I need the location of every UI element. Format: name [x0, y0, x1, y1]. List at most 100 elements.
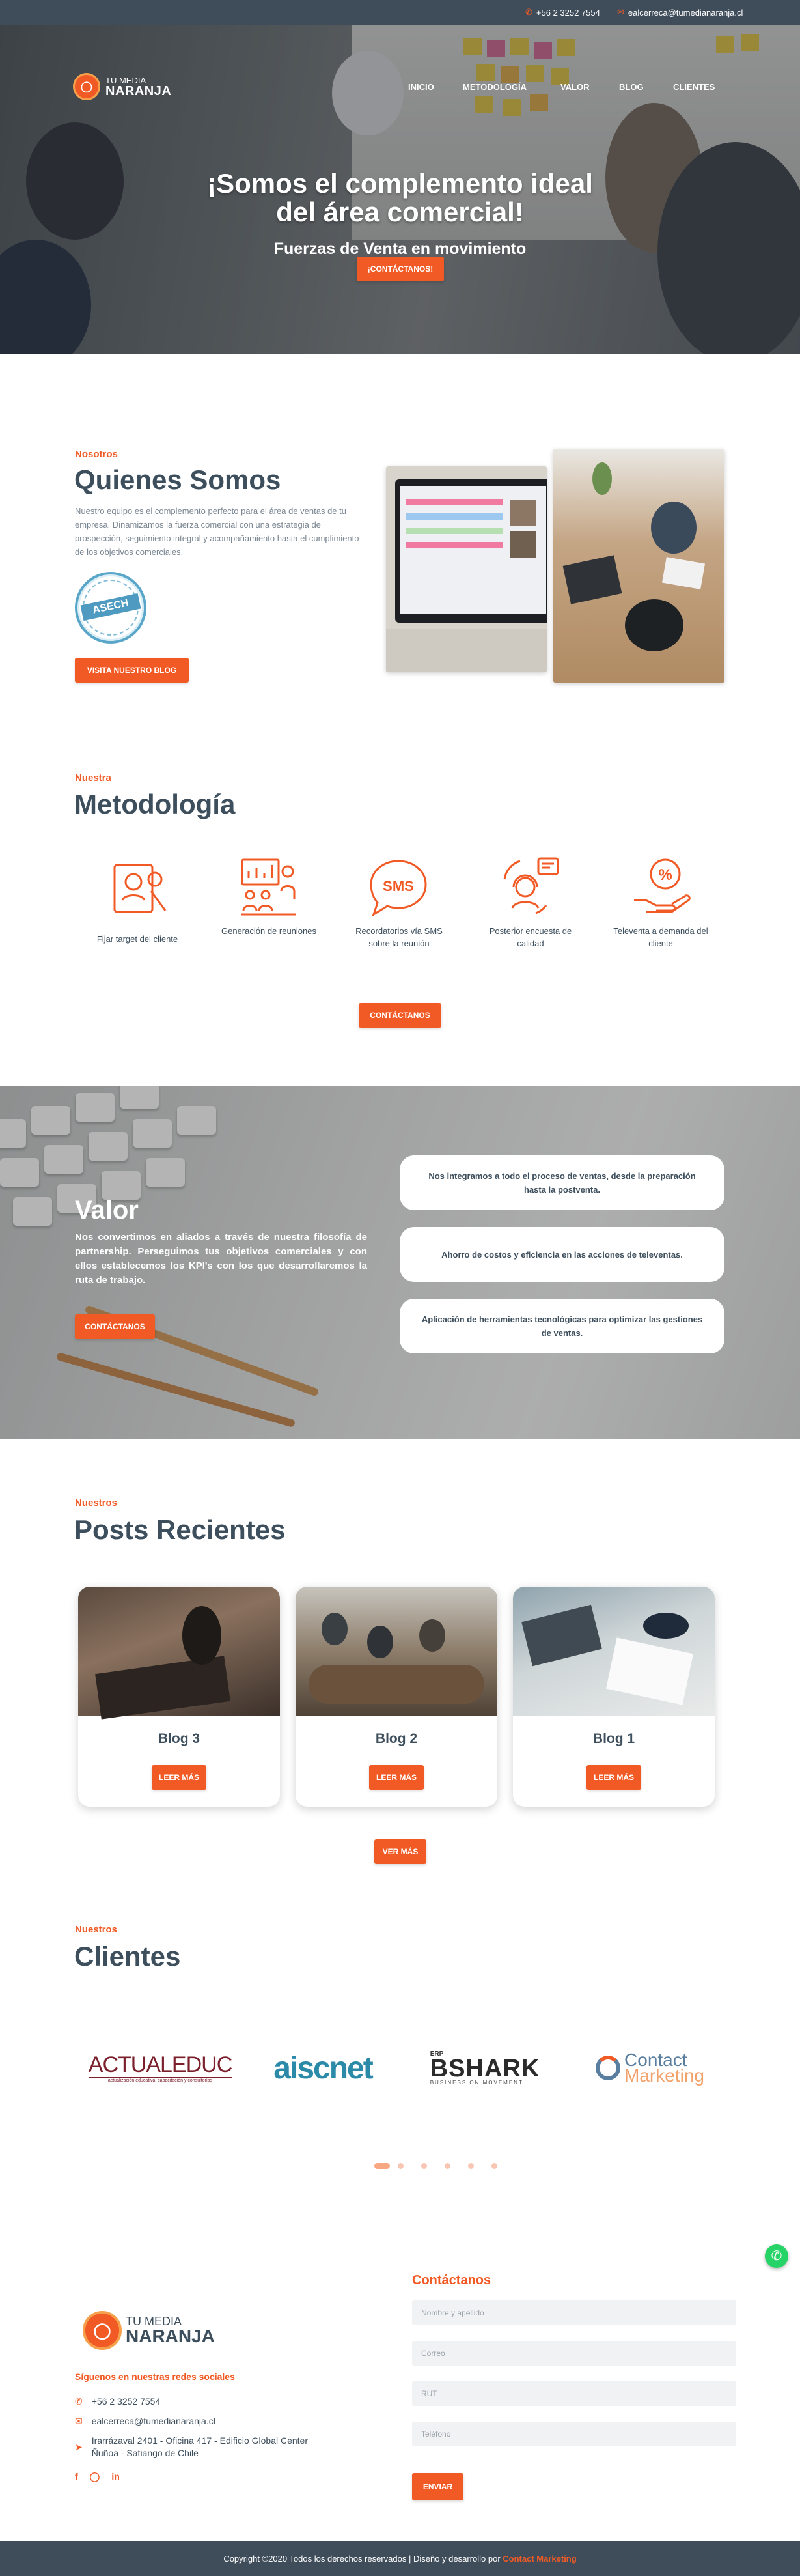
hero-title-line2: del área comercial! — [276, 197, 524, 227]
survey-headset-icon — [503, 857, 559, 914]
hero-section: ◯ TU MEDIA NARANJA INICIO METODOLOGÍA VA… — [0, 25, 800, 354]
phone-field[interactable]: Teléfono — [412, 2422, 736, 2446]
social-title: Síguenos en nuestras redes sociales — [75, 2371, 235, 2382]
hero-title-line1: ¡Somos el complemento ideal — [207, 168, 593, 199]
clientes-eyebrow: Nuestros — [75, 1924, 118, 1935]
nav-inicio[interactable]: INICIO — [408, 82, 434, 92]
valor-title: Valor — [75, 1196, 139, 1224]
clientes-title: Clientes — [74, 1941, 181, 1972]
valor-card-2: Ahorro de costos y eficiencia en las acc… — [400, 1227, 724, 1282]
topbar-phone[interactable]: ✆ +56 2 3252 7554 — [525, 7, 600, 18]
main-nav: INICIO METODOLOGÍA VALOR BLOG CLIENTES — [0, 82, 800, 95]
carousel-dot[interactable] — [398, 2163, 404, 2169]
photo-team-table — [553, 449, 724, 683]
metodologia-title: Metodología — [74, 789, 236, 819]
rut-field[interactable]: RUT — [412, 2381, 736, 2406]
footer-logo-line2: NARANJA — [126, 2326, 215, 2346]
nav-metodologia[interactable]: METODOLOGÍA — [463, 82, 527, 92]
met-label-1: Fijar target del cliente — [96, 934, 178, 944]
metodologia-contact-button[interactable]: CONTÁCTANOS — [359, 1003, 441, 1028]
quienes-eyebrow: Nosotros — [75, 449, 118, 460]
carousel-dot[interactable] — [421, 2163, 427, 2169]
actualeduc-name: ACTUALEDUC — [88, 2052, 232, 2077]
nav-clientes[interactable]: CLIENTES — [673, 82, 715, 92]
met-label-4: Posterior encuesta de calidad — [489, 926, 572, 948]
sms-icon-text: SMS — [383, 878, 414, 894]
see-more-button[interactable]: VER MÁS — [374, 1839, 426, 1864]
post-card-blog3: Blog 3 LEER MÁS — [78, 1587, 280, 1807]
valor-section: Valor Nos convertimos en aliados a travé… — [0, 1086, 800, 1439]
whatsapp-button[interactable]: ✆ — [765, 2244, 788, 2268]
contact-marketing-line2: Marketing — [624, 2065, 704, 2086]
quienes-title: Quienes Somos — [74, 464, 281, 495]
met-label-2: Generación de reuniones — [221, 926, 316, 936]
valor-card-1: Nos integramos a todo el proceso de vent… — [400, 1155, 724, 1210]
blog-button[interactable]: VISITA NUESTRO BLOG — [75, 658, 189, 683]
photo-monitor-videocall — [386, 466, 547, 672]
nav-blog[interactable]: BLOG — [619, 82, 644, 92]
name-field[interactable]: Nombre y apellido — [412, 2300, 736, 2325]
post-image — [78, 1587, 280, 1720]
contact-form-title: Contáctanos — [412, 2273, 491, 2287]
footer-phone[interactable]: ✆ +56 2 3252 7554 — [75, 2396, 160, 2408]
topbar-phone-text: +56 2 3252 7554 — [536, 7, 600, 18]
copyright-text: Copyright ©2020 Todos los derechos reser… — [223, 2554, 501, 2564]
post-image — [513, 1587, 715, 1716]
instagram-icon[interactable]: ◯ — [90, 2471, 100, 2482]
percent-hand-icon: % — [634, 858, 691, 913]
footer-logo[interactable]: ◯ TU MEDIA NARANJA — [83, 2311, 215, 2350]
footer-email[interactable]: ✉ ealcerreca@tumedianaranja.cl — [75, 2415, 215, 2427]
met-label-5: Televenta a demanda del cliente — [613, 926, 708, 948]
location-icon: ➤ — [75, 2442, 83, 2452]
meeting-presentation-icon — [241, 858, 296, 916]
footer-address-line1: Irarrázaval 2401 - Oficina 417 - Edifici… — [91, 2435, 309, 2446]
copyright-link[interactable]: Contact Marketing — [503, 2554, 576, 2564]
posts-eyebrow: Nuestros — [75, 1497, 118, 1508]
nav-valor[interactable]: VALOR — [560, 82, 590, 92]
post-title: Blog 1 — [592, 1731, 635, 1746]
whatsapp-icon: ✆ — [771, 2249, 782, 2263]
footer-email-text: ealcerreca@tumedianaranja.cl — [91, 2416, 215, 2426]
read-more-button[interactable]: LEER MÁS — [586, 1765, 641, 1790]
valor-text: Nos convertimos en aliados a través de n… — [75, 1232, 367, 1286]
sms-bubble-icon: SMS — [370, 860, 427, 917]
linkedin-icon[interactable]: in — [111, 2471, 119, 2482]
post-card-blog1: Blog 1 LEER MÁS — [513, 1587, 715, 1807]
facebook-icon[interactable]: f — [75, 2471, 78, 2482]
hero-subtitle: Fuerzas de Venta en movimiento — [273, 240, 527, 258]
carousel-dot[interactable] — [445, 2163, 450, 2169]
valor-card-3: Aplicación de herramientas tecnológicas … — [400, 1299, 724, 1353]
valor-contact-button[interactable]: CONTÁCTANOS — [75, 1314, 155, 1339]
envelope-icon: ✉ — [75, 2416, 83, 2426]
target-profile-icon — [113, 864, 167, 913]
footer-address: ➤ Irarrázaval 2401 - Oficina 417 - Edifi… — [75, 2435, 308, 2459]
aiscnet-name: aiscnet — [273, 2050, 373, 2086]
metodologia-eyebrow: Nuestra — [75, 772, 111, 784]
carousel-dot[interactable] — [491, 2163, 497, 2169]
hero-contact-button[interactable]: ¡CONTÁCTANOS! — [357, 257, 444, 281]
quienes-text: Nuestro equipo es el complemento perfect… — [75, 506, 359, 557]
read-more-button[interactable]: LEER MÁS — [152, 1765, 206, 1790]
actualeduc-tagline: actualización educativa, capacitación y … — [88, 2076, 232, 2083]
top-contact-bar: ✆ +56 2 3252 7554 ✉ ealcerreca@tumediana… — [0, 0, 800, 25]
phone-icon: ✆ — [75, 2396, 83, 2407]
contact-marketing-mark-icon — [596, 2056, 621, 2080]
post-title: Blog 3 — [158, 1731, 200, 1746]
topbar-email[interactable]: ✉ ealcerreca@tumedianaranja.cl — [617, 7, 743, 18]
footer-logo-mark-icon: ◯ — [83, 2311, 122, 2350]
client-logo-actualeduc: ACTUALEDUC actualización educativa, capa… — [88, 2045, 232, 2091]
submit-button[interactable]: ENVIAR — [412, 2473, 463, 2500]
footer-phone-text: +56 2 3252 7554 — [91, 2396, 161, 2407]
read-more-button[interactable]: LEER MÁS — [369, 1765, 424, 1790]
carousel-dot[interactable] — [468, 2163, 474, 2169]
posts-title: Posts Recientes — [74, 1514, 286, 1545]
topbar-email-text: ealcerreca@tumedianaranja.cl — [628, 7, 743, 18]
envelope-icon: ✉ — [617, 7, 624, 17]
social-links: f ◯ in — [75, 2471, 120, 2482]
copyright-bar: Copyright ©2020 Todos los derechos reser… — [0, 2541, 800, 2576]
email-field[interactable]: Correo — [412, 2341, 736, 2366]
client-logo-contact-marketing: Contact Marketing — [583, 2045, 717, 2091]
phone-icon: ✆ — [525, 7, 532, 17]
asech-badge: ASECH — [75, 572, 146, 644]
carousel-dot-active[interactable] — [374, 2163, 390, 2169]
